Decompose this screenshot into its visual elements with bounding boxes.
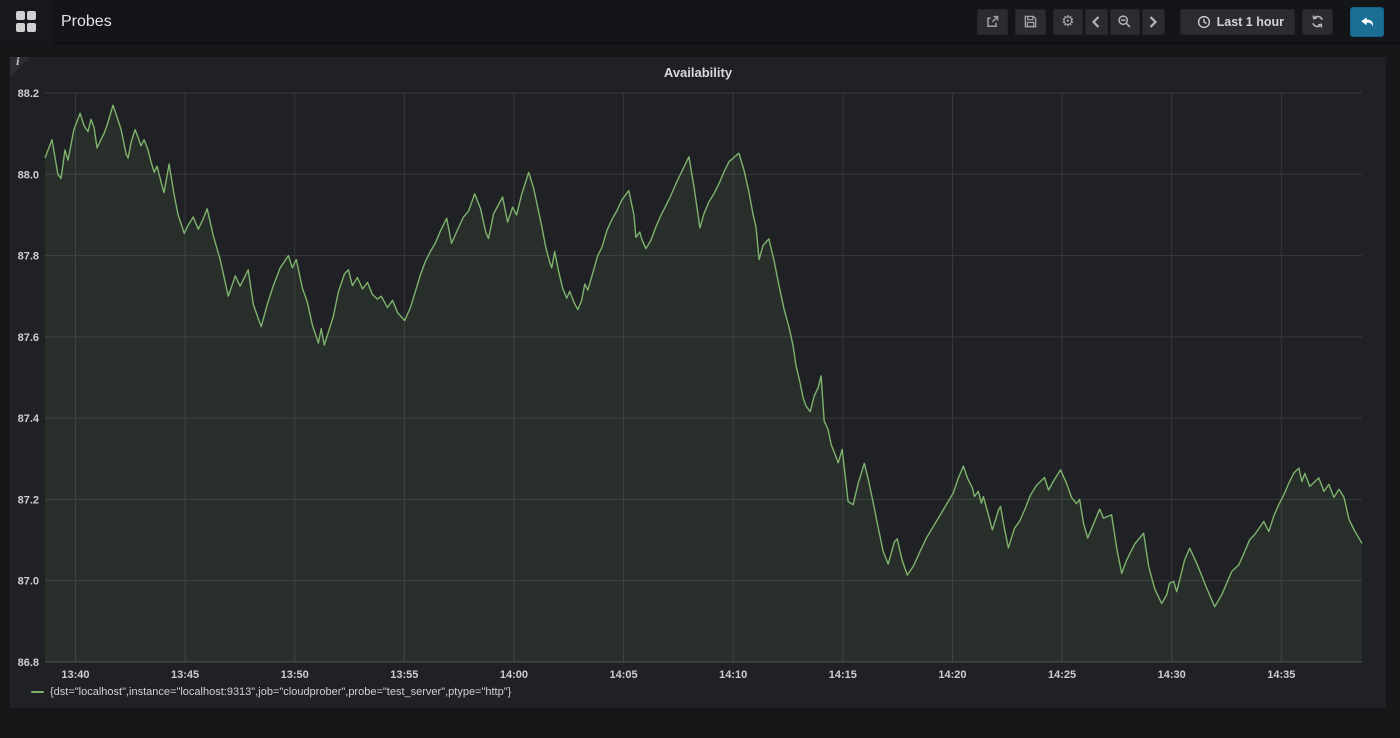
navbar: Probes ⚙ bbox=[0, 0, 1400, 44]
series-color-swatch-icon bbox=[31, 691, 44, 694]
back-arrow-icon bbox=[1358, 14, 1376, 30]
svg-text:87.2: 87.2 bbox=[18, 494, 39, 506]
svg-text:14:35: 14:35 bbox=[1267, 669, 1295, 681]
settings-button[interactable]: ⚙ bbox=[1053, 9, 1082, 35]
svg-text:13:50: 13:50 bbox=[281, 669, 309, 681]
svg-text:13:45: 13:45 bbox=[171, 669, 199, 681]
svg-text:86.8: 86.8 bbox=[18, 657, 39, 669]
refresh-button[interactable] bbox=[1302, 9, 1333, 35]
svg-text:87.6: 87.6 bbox=[18, 332, 39, 344]
timepicker-label: Last 1 hour bbox=[1217, 15, 1284, 29]
refresh-icon bbox=[1310, 14, 1325, 29]
series-label: {dst="localhost",instance="localhost:931… bbox=[50, 686, 511, 698]
timepicker-button[interactable]: Last 1 hour bbox=[1180, 9, 1295, 35]
series-area-fill bbox=[45, 105, 1362, 662]
svg-text:14:15: 14:15 bbox=[829, 669, 857, 681]
svg-text:88.0: 88.0 bbox=[18, 169, 39, 181]
share-button[interactable] bbox=[977, 9, 1008, 35]
back-to-dashboard-button[interactable] bbox=[1350, 7, 1384, 37]
chevron-left-icon bbox=[1090, 15, 1102, 29]
panel-availability: i Availability 13:4013:4513:5013:5514:00… bbox=[10, 57, 1386, 708]
svg-text:88.2: 88.2 bbox=[18, 88, 39, 100]
clock-icon bbox=[1197, 15, 1211, 29]
dashboard-title[interactable]: Probes bbox=[61, 13, 112, 31]
svg-text:14:30: 14:30 bbox=[1158, 669, 1186, 681]
zoom-out-icon bbox=[1117, 14, 1132, 29]
navbar-left: Probes bbox=[0, 0, 112, 43]
svg-text:13:40: 13:40 bbox=[61, 669, 89, 681]
legend-item[interactable]: {dst="localhost",instance="localhost:931… bbox=[31, 686, 511, 698]
svg-text:13:55: 13:55 bbox=[390, 669, 418, 681]
grafana-logo-icon[interactable] bbox=[0, 0, 52, 44]
navbar-toolbar: ⚙ bbox=[970, 7, 1384, 37]
svg-text:14:10: 14:10 bbox=[719, 669, 747, 681]
svg-text:14:20: 14:20 bbox=[938, 669, 966, 681]
availability-chart-plot[interactable]: 13:40 13:45 13:50 13:55 14:00 14:05 14:10 14:15… bbox=[10, 57, 1386, 708]
time-shift-back-button[interactable] bbox=[1085, 9, 1108, 35]
svg-text:87.8: 87.8 bbox=[18, 251, 39, 263]
svg-text:87.0: 87.0 bbox=[18, 576, 39, 588]
time-shift-forward-button[interactable] bbox=[1142, 9, 1165, 35]
svg-text:14:05: 14:05 bbox=[610, 669, 638, 681]
save-icon bbox=[1023, 14, 1038, 29]
chevron-right-icon bbox=[1147, 15, 1159, 29]
save-button[interactable] bbox=[1015, 9, 1046, 35]
grid-logo-icon bbox=[16, 11, 37, 32]
zoom-out-button[interactable] bbox=[1110, 9, 1140, 35]
gear-icon: ⚙ bbox=[1061, 14, 1074, 29]
svg-text:14:00: 14:00 bbox=[500, 669, 528, 681]
svg-text:14:25: 14:25 bbox=[1048, 669, 1076, 681]
share-icon bbox=[985, 14, 1000, 29]
svg-text:87.4: 87.4 bbox=[18, 413, 40, 425]
